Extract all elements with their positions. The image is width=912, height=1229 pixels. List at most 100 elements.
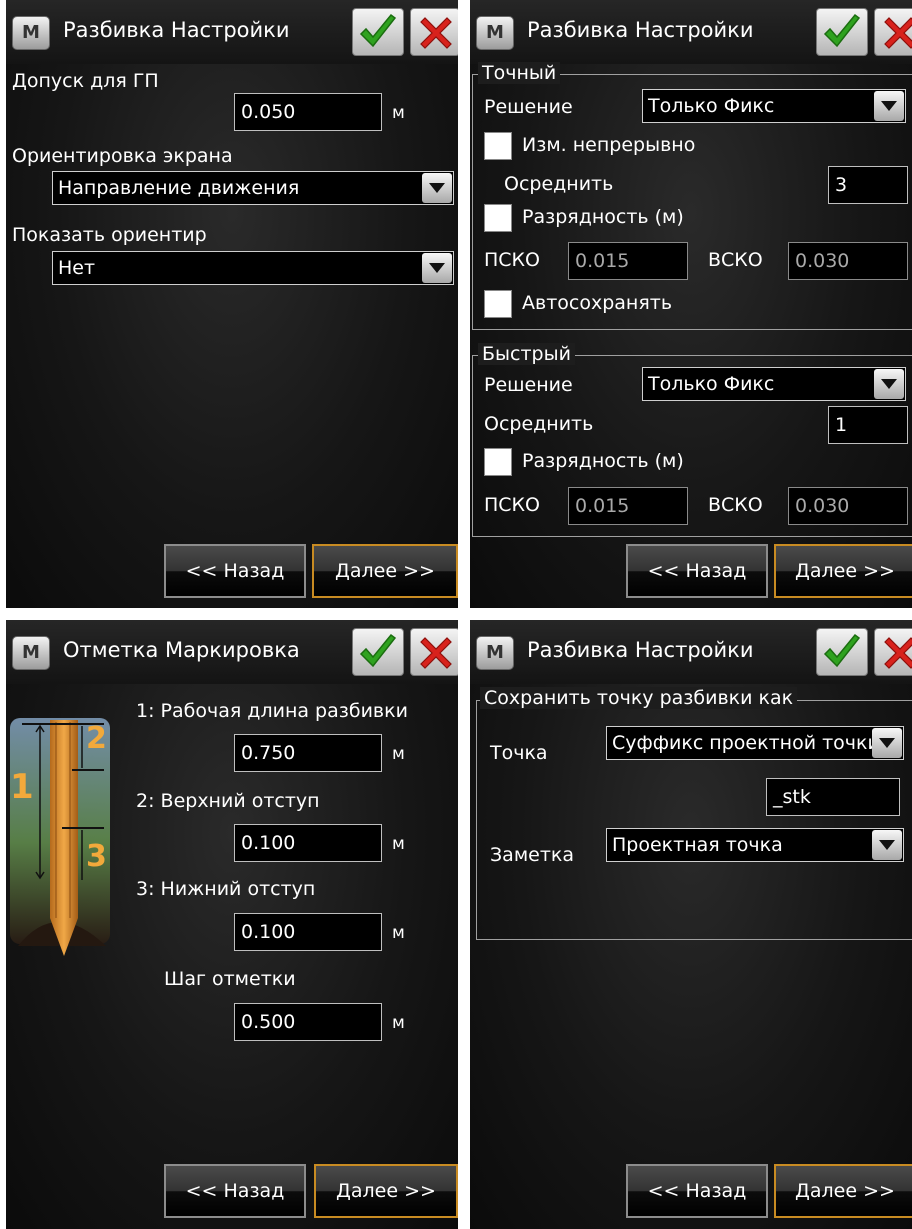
back-button[interactable]: << Назад	[626, 544, 768, 598]
top-offset-unit: м	[392, 834, 405, 854]
work-length-input[interactable]: 0.750	[234, 734, 382, 772]
chevron-down-icon[interactable]	[874, 369, 904, 399]
cancel-button[interactable]	[410, 628, 458, 676]
ok-button[interactable]	[352, 8, 404, 56]
stakeout-settings-screen-1: M Разбивка Настройки Допуск для ГП 0.050…	[6, 0, 458, 608]
note-select[interactable]: Проектная точка	[606, 828, 904, 862]
fast-vrms-label: ВСКО	[708, 494, 763, 516]
checkmark-icon	[359, 633, 397, 668]
back-button[interactable]: << Назад	[164, 1164, 306, 1218]
menu-button[interactable]: M	[476, 16, 514, 50]
tolerance-label: Допуск для ГП	[12, 70, 159, 92]
window-title: Разбивка Настройки	[527, 18, 754, 42]
fast-solution-select[interactable]: Только Фикс	[642, 367, 906, 401]
chevron-down-icon[interactable]	[422, 173, 452, 203]
title-bar: M Отметка Маркировка	[6, 620, 458, 684]
precise-solution-value: Только Фикс	[648, 95, 775, 117]
marker-number-3: 3	[86, 839, 107, 874]
cancel-button[interactable]	[874, 628, 912, 676]
orientation-select[interactable]: Направление движения	[52, 171, 454, 205]
window-title: Разбивка Настройки	[527, 638, 754, 662]
fast-hrms-label: ПСКО	[484, 494, 540, 516]
orientation-label: Ориентировка экрана	[12, 145, 233, 167]
next-button[interactable]: Далее >>	[314, 1164, 458, 1218]
ok-button[interactable]	[816, 628, 868, 676]
chevron-down-icon[interactable]	[874, 91, 904, 121]
title-bar: M Разбивка Настройки	[6, 0, 458, 64]
ok-button[interactable]	[352, 628, 404, 676]
work-length-label: 1: Рабочая длина разбивки	[136, 700, 408, 722]
menu-button[interactable]: M	[12, 16, 50, 50]
next-button[interactable]: Далее >>	[774, 1164, 912, 1218]
back-button[interactable]: << Назад	[164, 544, 306, 598]
cancel-button[interactable]	[874, 8, 912, 56]
window-title: Разбивка Настройки	[63, 18, 290, 42]
point-select[interactable]: Суффикс проектной точки	[606, 726, 904, 760]
work-length-unit: м	[392, 744, 405, 764]
landmark-label: Показать ориентир	[12, 224, 207, 246]
close-icon	[884, 637, 912, 669]
point-label: Точка	[490, 742, 548, 764]
stakeout-settings-screen-4: M Разбивка Настройки Сохранить точку раз…	[470, 620, 912, 1229]
bottom-offset-label: 3: Нижний отступ	[136, 878, 316, 900]
continuous-checkbox[interactable]	[484, 132, 512, 160]
checkmark-icon	[359, 13, 397, 48]
bottom-offset-unit: м	[392, 923, 405, 943]
suffix-input[interactable]: _stk	[766, 778, 900, 816]
cancel-button[interactable]	[410, 8, 458, 56]
precise-average-label: Осреднить	[504, 173, 614, 195]
next-button[interactable]: Далее >>	[312, 544, 458, 598]
stakeout-settings-screen-2: M Разбивка Настройки Точный Решение Толь…	[470, 0, 912, 608]
precise-precision-checkbox[interactable]	[484, 204, 512, 232]
chevron-down-icon[interactable]	[872, 728, 902, 758]
title-bar: M Разбивка Настройки	[470, 0, 912, 64]
top-offset-label: 2: Верхний отступ	[136, 790, 320, 812]
top-offset-input[interactable]: 0.100	[234, 824, 382, 862]
point-value: Суффикс проектной точки	[612, 732, 880, 754]
precise-vrms-label: ВСКО	[708, 249, 763, 271]
tolerance-unit: м	[392, 103, 405, 123]
note-label: Заметка	[490, 844, 575, 866]
close-icon	[420, 17, 452, 49]
save-point-group-label: Сохранить точку разбивки как	[480, 687, 798, 709]
window-title: Отметка Маркировка	[63, 638, 300, 662]
step-input[interactable]: 0.500	[234, 1003, 382, 1041]
menu-button[interactable]: M	[12, 636, 50, 670]
close-icon	[420, 637, 452, 669]
precise-precision-label: Разрядность (м)	[522, 206, 684, 228]
autosave-checkbox[interactable]	[484, 290, 512, 318]
precise-vrms-input[interactable]: 0.030	[788, 242, 908, 280]
tolerance-input[interactable]: 0.050	[234, 93, 382, 131]
next-button[interactable]: Далее >>	[774, 544, 912, 598]
fast-precision-label: Разрядность (м)	[522, 450, 684, 472]
checkmark-icon	[823, 633, 861, 668]
fast-average-label: Осреднить	[484, 413, 594, 435]
precise-average-input[interactable]: 3	[828, 166, 908, 204]
fast-average-input[interactable]: 1	[828, 406, 908, 444]
bottom-offset-input[interactable]: 0.100	[234, 913, 382, 951]
landmark-select[interactable]: Нет	[52, 251, 454, 285]
autosave-label: Автосохранять	[522, 292, 673, 314]
precise-hrms-input[interactable]: 0.015	[568, 242, 688, 280]
chevron-down-icon[interactable]	[872, 830, 902, 860]
note-value: Проектная точка	[612, 834, 783, 856]
step-unit: м	[392, 1013, 405, 1033]
fast-vrms-input[interactable]: 0.030	[788, 487, 908, 525]
stake-diagram-illustration: 1 2 3	[10, 718, 110, 956]
orientation-value: Направление движения	[58, 177, 300, 199]
menu-button[interactable]: M	[476, 636, 514, 670]
precise-hrms-label: ПСКО	[484, 249, 540, 271]
stake-marking-screen: M Отметка Маркировка 1 2 3 1: Рабочая дл…	[6, 620, 458, 1229]
checkmark-icon	[823, 13, 861, 48]
fast-hrms-input[interactable]: 0.015	[568, 487, 688, 525]
close-icon	[884, 17, 912, 49]
precise-solution-select[interactable]: Только Фикс	[642, 89, 906, 123]
marker-number-1: 1	[10, 767, 34, 807]
ok-button[interactable]	[816, 8, 868, 56]
step-label: Шаг отметки	[164, 968, 296, 990]
continuous-label: Изм. непрерывно	[522, 134, 696, 156]
back-button[interactable]: << Назад	[626, 1164, 768, 1218]
chevron-down-icon[interactable]	[422, 253, 452, 283]
fast-precision-checkbox[interactable]	[484, 448, 512, 476]
landmark-value: Нет	[58, 257, 96, 279]
